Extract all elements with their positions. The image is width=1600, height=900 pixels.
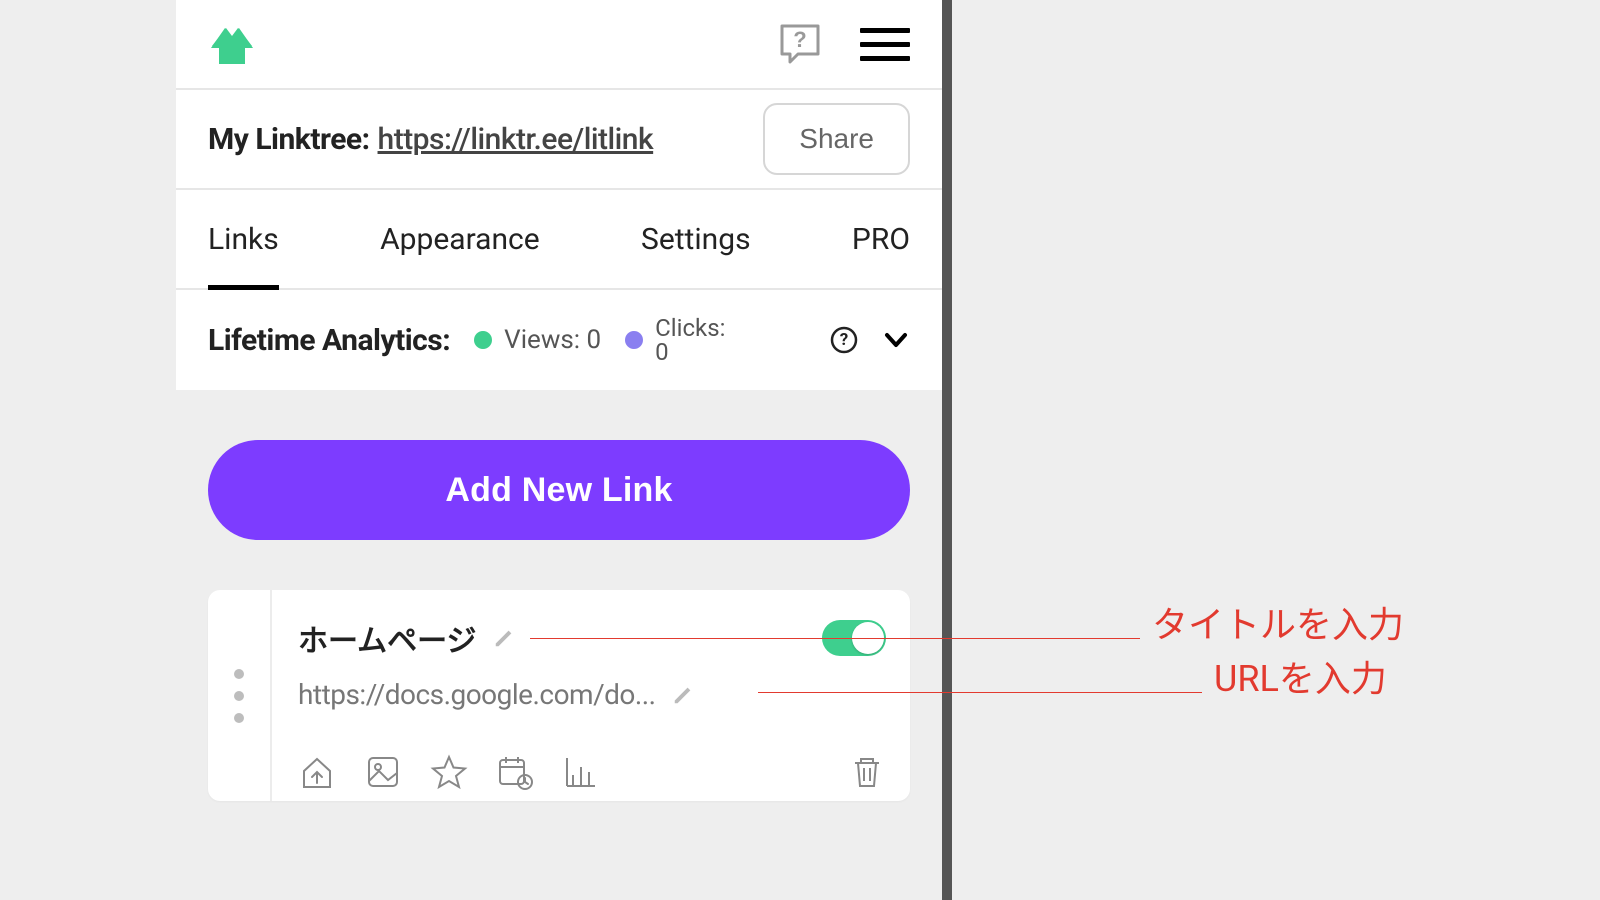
annotation-label-url: URLを入力 [1214,650,1387,702]
edit-title-pencil-icon[interactable] [493,627,515,649]
stats-icon[interactable] [562,753,600,791]
analytics-title: Lifetime Analytics: [208,323,450,358]
star-icon[interactable] [430,753,468,791]
trash-icon[interactable] [848,753,886,791]
annotation-label-title: タイトルを入力 [1152,596,1404,648]
drag-handle-icon [234,669,244,723]
topbar: ? [176,0,942,90]
views-dot-icon [474,331,492,349]
annotation-line-title [530,638,1140,639]
clicks-value: 0 [655,340,725,364]
clicks-metric: Clicks: 0 [625,316,725,364]
edit-url-pencil-icon[interactable] [672,684,694,706]
tab-appearance[interactable]: Appearance [380,222,540,257]
thumbnail-icon[interactable] [364,753,402,791]
link-card-body: ホームページ https://docs.google.com/do... [272,590,910,801]
my-linktree-text: My Linktree: https://linktr.ee/litlink [208,122,653,157]
lifetime-analytics-bar: Lifetime Analytics: Views: 0 Clicks: 0 ? [176,290,942,390]
linktree-admin-panel: ? My Linktree: https://linktr.ee/litlink… [176,0,952,900]
svg-text:?: ? [840,330,848,350]
link-title[interactable]: ホームページ [298,616,477,660]
tab-pro[interactable]: PRO [852,222,910,257]
svg-text:?: ? [793,27,806,52]
redirect-icon[interactable] [298,753,336,791]
link-card-actions [298,753,886,791]
topbar-right: ? [776,20,910,68]
views-metric: Views: 0 [474,325,601,355]
tab-settings[interactable]: Settings [641,222,751,257]
admin-tabs: Links Appearance Settings PRO [176,190,942,290]
annotation-line-url [758,692,1202,693]
link-url-row: https://docs.google.com/do... [298,678,886,711]
schedule-icon[interactable] [496,753,534,791]
clicks-dot-icon [625,331,643,349]
my-linktree-label: My Linktree: [208,122,370,157]
clicks-label: Clicks: [655,316,725,340]
link-url[interactable]: https://docs.google.com/do... [298,678,656,711]
link-card: ホームページ https://docs.google.com/do... [208,590,910,801]
tab-links[interactable]: Links [208,222,279,257]
add-new-link-button[interactable]: Add New Link [208,440,910,540]
linktree-logo-icon [208,22,256,66]
drag-handle[interactable] [208,590,272,801]
my-linktree-row: My Linktree: https://linktr.ee/litlink S… [176,90,942,190]
views-label: Views: 0 [504,325,601,355]
share-button[interactable]: Share [763,103,910,175]
chevron-down-icon[interactable] [882,326,910,354]
help-icon[interactable]: ? [776,20,824,68]
analytics-help-icon[interactable]: ? [830,326,858,354]
hamburger-menu-icon[interactable] [860,28,910,61]
my-linktree-url[interactable]: https://linktr.ee/litlink [378,122,654,157]
links-workspace: Add New Link ホームページ https://docs.google.… [176,390,942,900]
